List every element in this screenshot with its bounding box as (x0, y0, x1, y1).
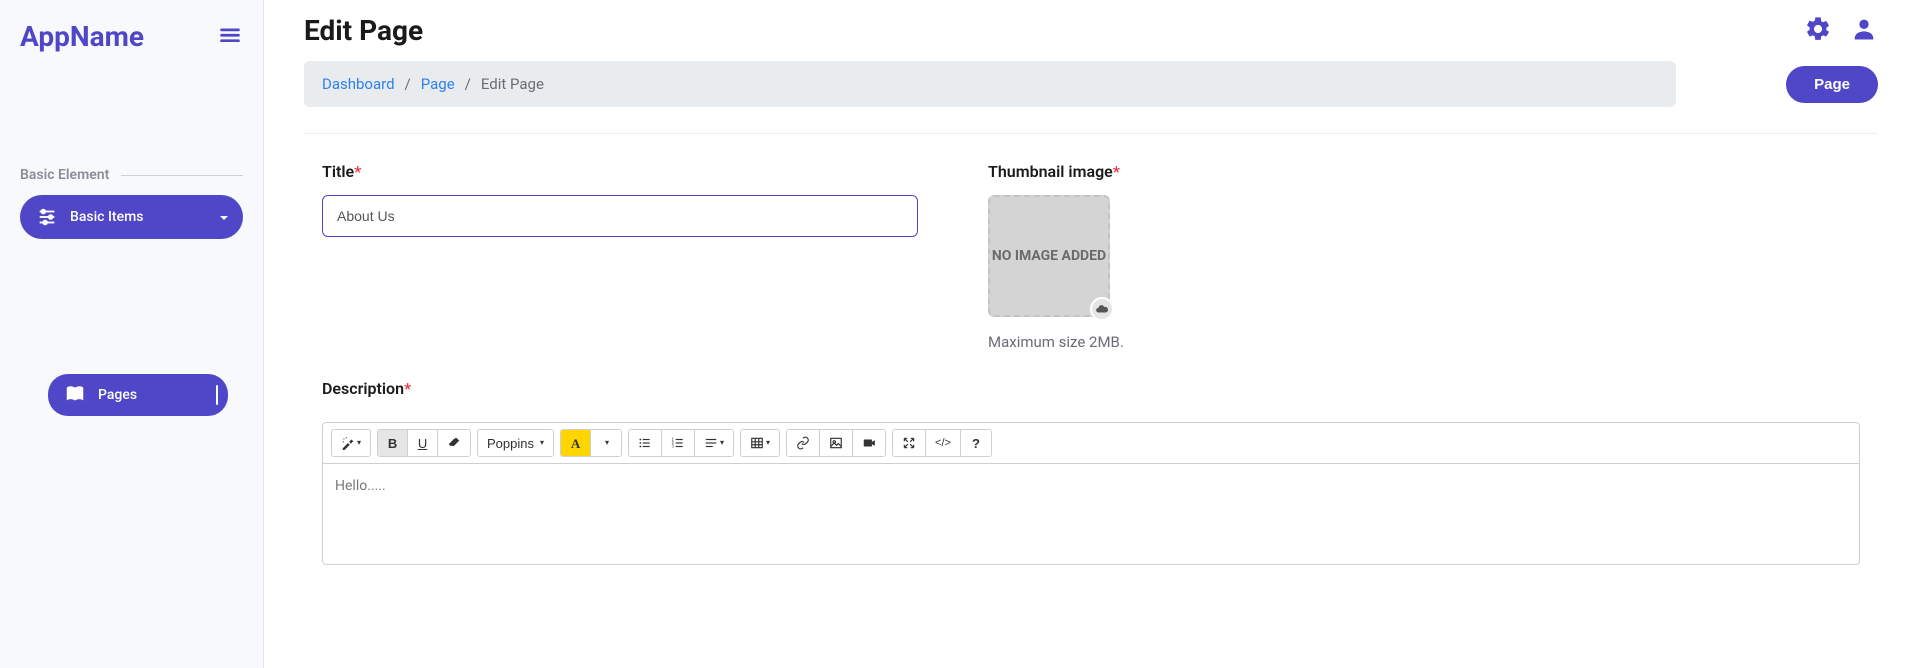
ordered-list-button[interactable]: 123 (662, 430, 695, 456)
breadcrumb-link-page[interactable]: Page (421, 75, 455, 93)
no-image-text: NO IMAGE ADDED (992, 246, 1106, 267)
editor-content[interactable]: Hello..... (323, 464, 1859, 564)
svg-text:3: 3 (672, 444, 675, 449)
breadcrumb-current: Edit Page (481, 75, 544, 93)
sidebar-item-pages[interactable]: Pages (48, 374, 228, 416)
settings-icon[interactable] (1804, 15, 1832, 47)
underline-button[interactable]: U (408, 430, 438, 456)
active-indicator (216, 385, 218, 405)
fullscreen-button[interactable] (893, 430, 926, 456)
rich-text-editor: ▾ B U Poppins▾ A (322, 422, 1860, 565)
title-input[interactable] (322, 195, 918, 237)
sliders-icon (36, 206, 58, 228)
sidebar-item-basic-items[interactable]: Basic Items (20, 195, 243, 239)
sidebar-item-label: Basic Items (70, 209, 143, 225)
cloud-upload-icon (1090, 297, 1114, 321)
unordered-list-button[interactable] (629, 430, 662, 456)
bold-button[interactable]: B (378, 430, 408, 456)
app-logo: AppName (20, 20, 144, 53)
image-button[interactable] (820, 430, 853, 456)
divider (121, 175, 243, 176)
table-button[interactable]: ▾ (741, 430, 779, 456)
description-label: Description* (322, 379, 411, 398)
code-view-button[interactable]: </> (926, 430, 961, 456)
breadcrumb-link-dashboard[interactable]: Dashboard (322, 75, 395, 93)
title-label: Title* (322, 162, 361, 181)
user-icon[interactable] (1850, 15, 1878, 47)
eraser-button[interactable] (438, 430, 470, 456)
magic-icon[interactable]: ▾ (332, 430, 370, 456)
main-content: Edit Page Dashboard / Page / Edit Page (264, 0, 1906, 668)
font-color-button[interactable]: A (561, 430, 591, 456)
breadcrumb-separator: / (465, 75, 471, 93)
sidebar-item-label: Pages (98, 387, 137, 403)
font-family-select[interactable]: Poppins▾ (478, 430, 553, 456)
help-button[interactable]: ? (961, 430, 991, 456)
breadcrumb: Dashboard / Page / Edit Page (304, 61, 1676, 107)
video-button[interactable] (853, 430, 885, 456)
editor-toolbar: ▾ B U Poppins▾ A (323, 423, 1859, 464)
sidebar: AppName Basic Element Basic Items Pages (0, 0, 264, 668)
breadcrumb-separator: / (405, 75, 411, 93)
book-icon (64, 384, 86, 406)
thumbnail-label: Thumbnail image* (988, 162, 1120, 181)
chevron-down-icon (219, 208, 229, 227)
thumbnail-upload[interactable]: NO IMAGE ADDED (988, 195, 1110, 317)
paragraph-button[interactable]: ▾ (695, 430, 733, 456)
font-color-caret[interactable]: ▾ (591, 430, 621, 456)
sidebar-section-label: Basic Element (20, 167, 109, 183)
page-title: Edit Page (304, 14, 423, 47)
thumbnail-hint: Maximum size 2MB. (988, 333, 1420, 351)
link-button[interactable] (787, 430, 820, 456)
menu-toggle-icon[interactable] (217, 22, 243, 52)
page-button[interactable]: Page (1786, 66, 1878, 103)
